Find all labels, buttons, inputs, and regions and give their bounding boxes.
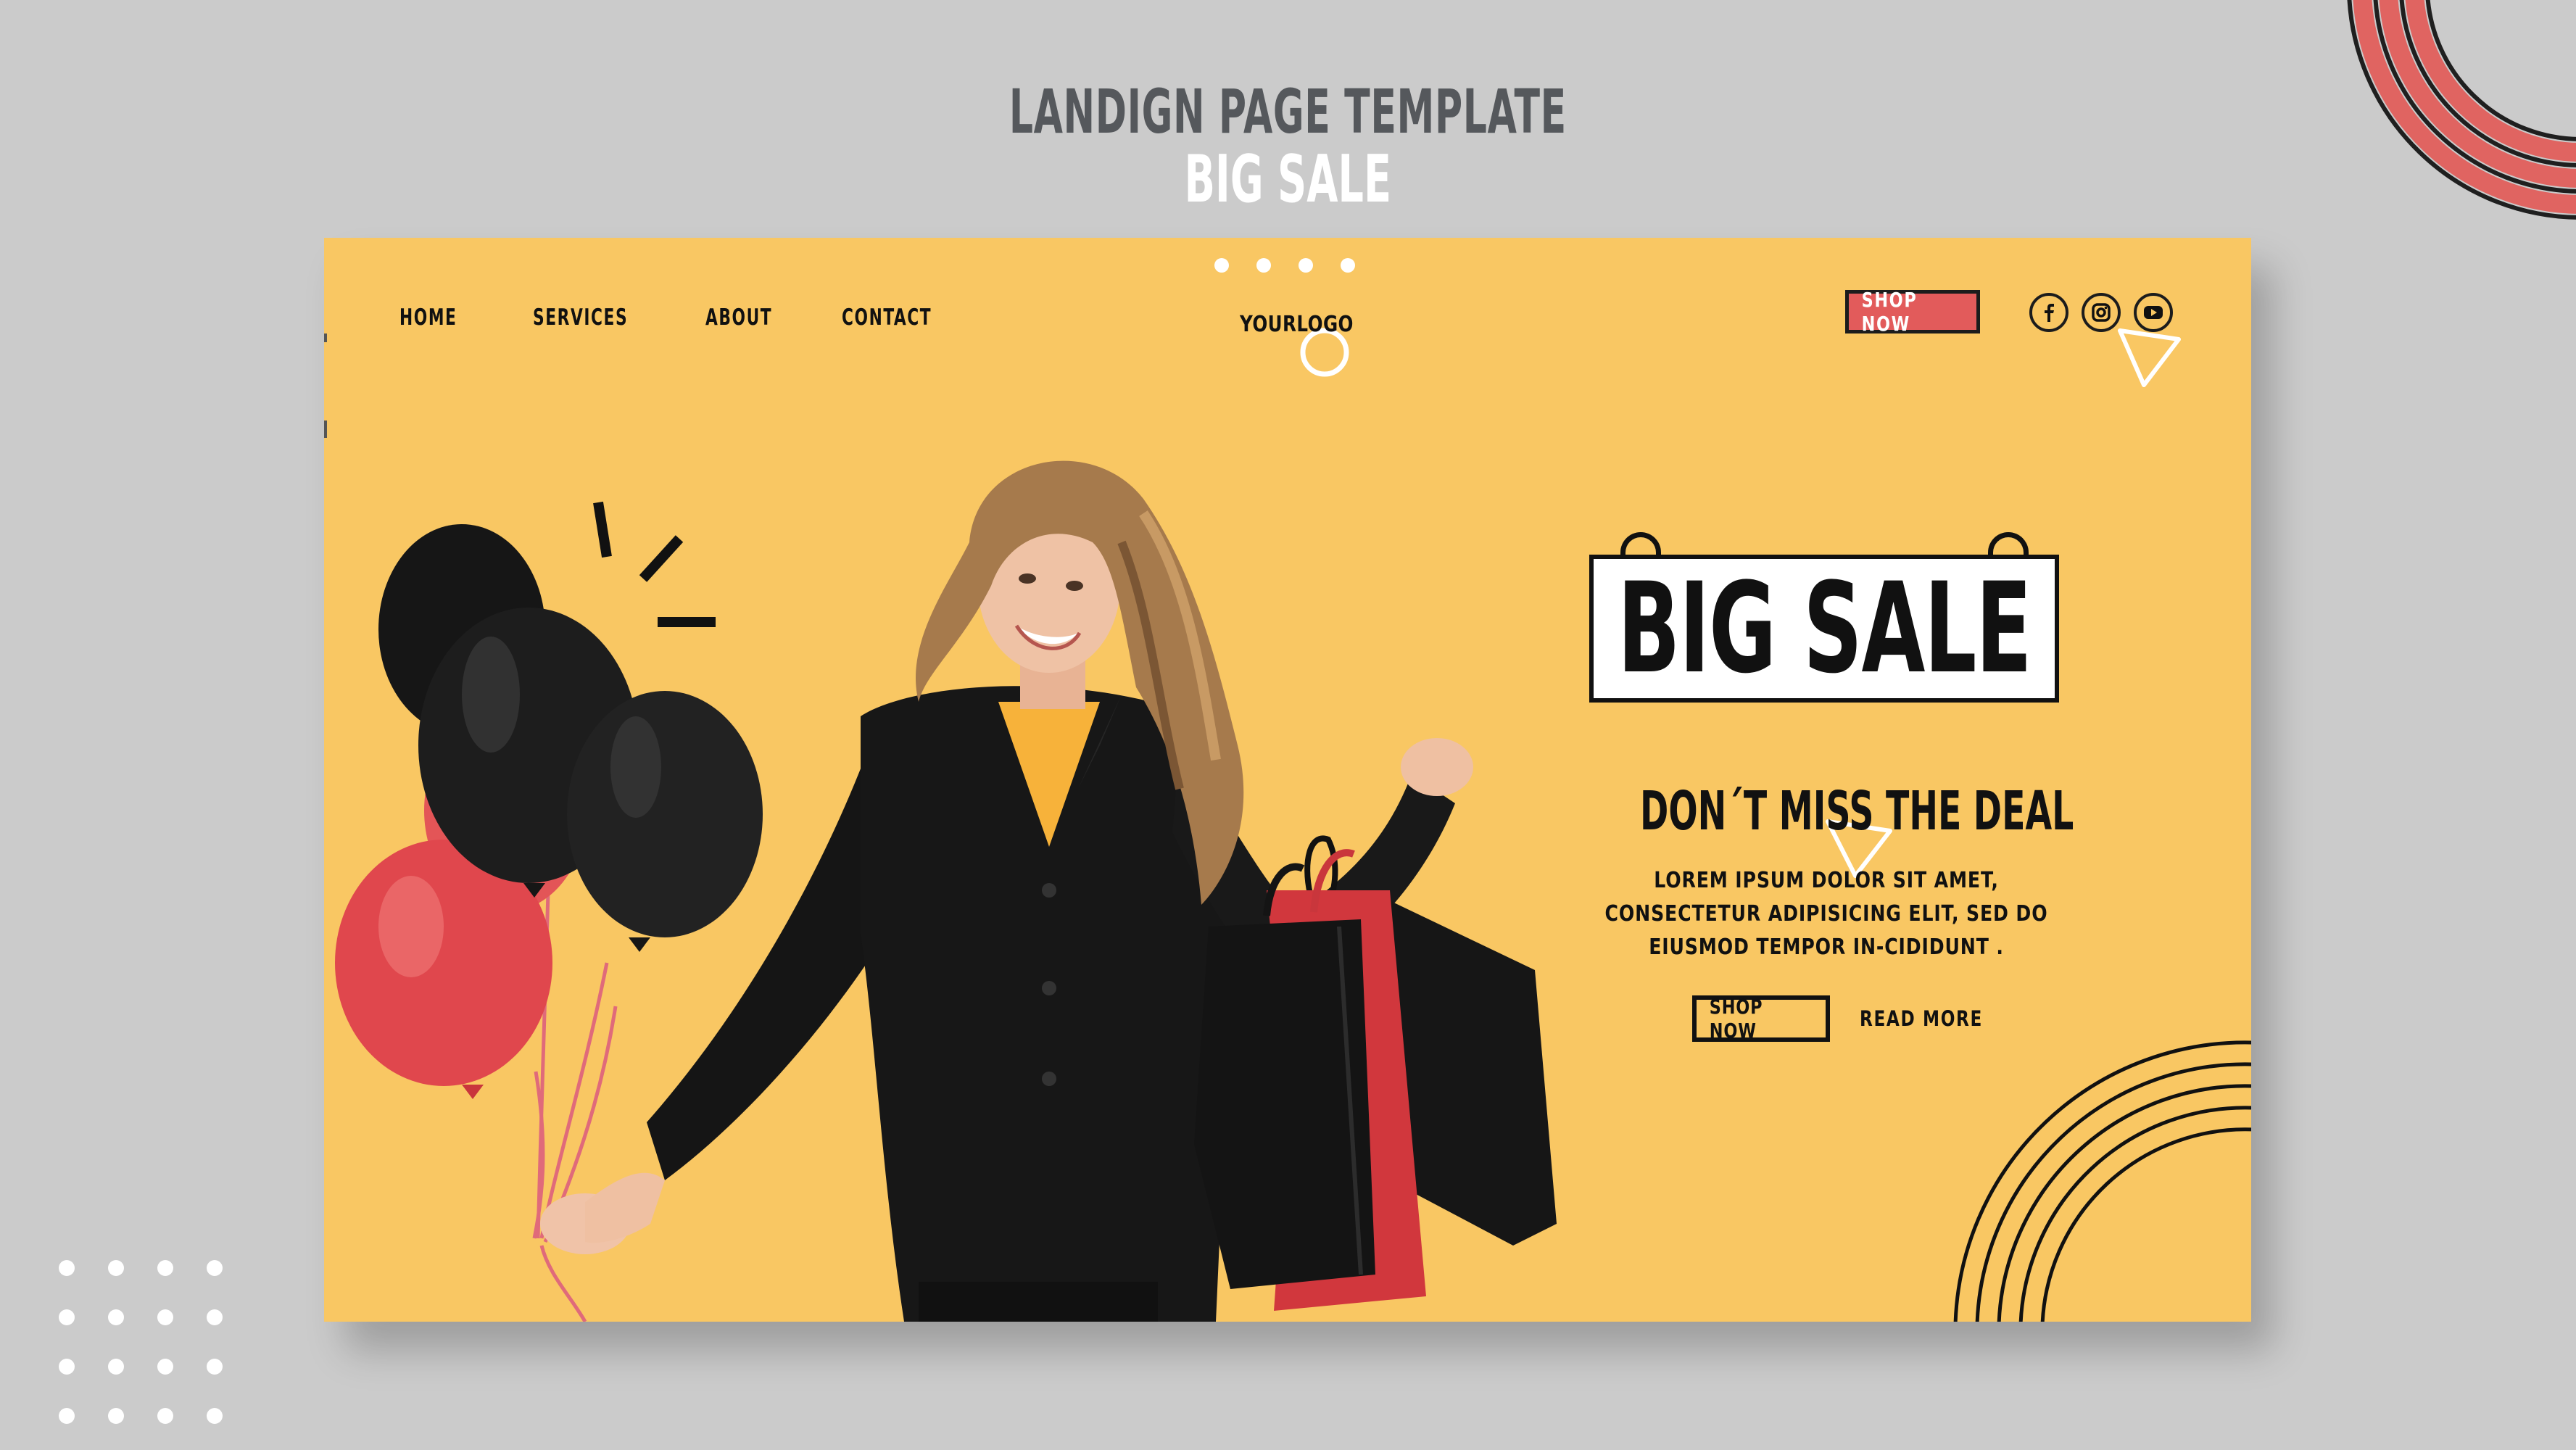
landing-page-card: HOME SERVICES ABOUT CONTACT YOURLOGO SHO…	[324, 238, 2251, 1322]
slider-dot[interactable]	[1341, 258, 1355, 273]
nav-services[interactable]: SERVICES	[533, 304, 628, 331]
page-header-subtitle: BIG SALE	[1184, 141, 1392, 218]
slider-dot[interactable]	[1256, 258, 1271, 273]
nav-home[interactable]: HOME	[399, 304, 457, 331]
big-sale-sign: BIG SALE	[1589, 555, 2059, 703]
decorative-dot-grid	[59, 1260, 223, 1424]
slider-dot[interactable]	[1214, 258, 1229, 273]
slider-dots[interactable]	[1214, 258, 1355, 273]
page-header-title: LANDIGN PAGE TEMPLATE	[1009, 76, 1567, 147]
read-more-link[interactable]: READ MORE	[1860, 1006, 1983, 1031]
facebook-icon[interactable]	[2029, 293, 2068, 332]
shop-now-button[interactable]: SHOP NOW	[1692, 995, 1830, 1043]
page-header: LANDIGN PAGE TEMPLATE BIG SALE	[489, 0, 2087, 232]
header-shop-now-button[interactable]: SHOP NOW	[1845, 288, 1980, 336]
social-links	[2029, 293, 2173, 332]
hero-body: LOREM IPSUM DOLOR SIT AMET, CONSECTETUR …	[1604, 868, 2048, 960]
slider-dot[interactable]	[1299, 258, 1313, 273]
big-sale-sign-text: BIG SALE	[1617, 555, 2032, 701]
nav-about[interactable]: ABOUT	[705, 304, 772, 331]
hero-headline: DON´T MISS THE DEAL	[1640, 780, 2074, 842]
decorative-arcs-red	[2347, 0, 2576, 220]
instagram-icon[interactable]	[2082, 293, 2121, 332]
hero-body-text: LOREM IPSUM DOLOR SIT AMET, CONSECTETUR …	[1602, 864, 2051, 964]
main-nav: HOME SERVICES ABOUT CONTACT	[399, 304, 1017, 331]
youtube-icon[interactable]	[2134, 293, 2173, 332]
logo[interactable]: YOURLOGO	[1240, 312, 1354, 337]
nav-contact[interactable]: CONTACT	[842, 304, 932, 331]
shop-now-label: SHOP NOW	[1709, 995, 1763, 1043]
header-shop-now-label: SHOP NOW	[1861, 288, 1918, 336]
